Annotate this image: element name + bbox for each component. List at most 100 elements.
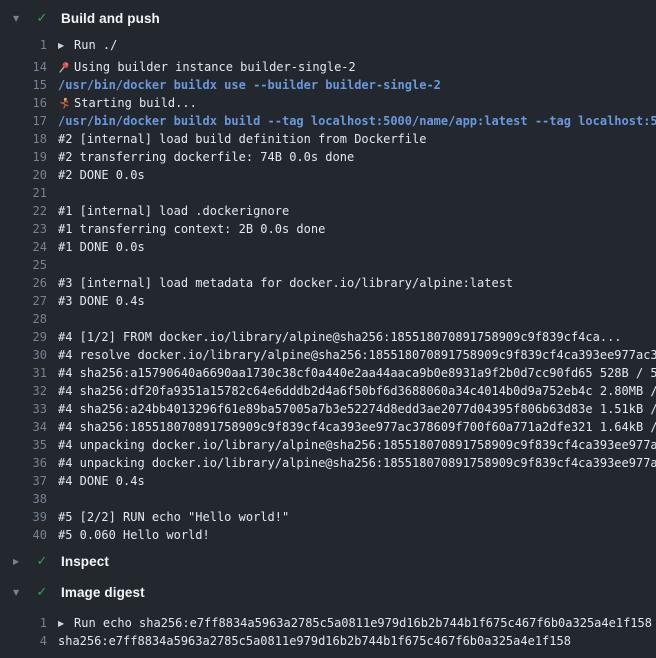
line-number[interactable]: 37 (0, 472, 58, 490)
log-line: 21 (0, 184, 656, 202)
toggle-chevron-icon[interactable]: ▼ (13, 588, 26, 597)
line-number[interactable]: 36 (0, 454, 58, 472)
log-section-inspect: ▶ ✓ Inspect (0, 544, 656, 578)
line-number[interactable]: 16 (0, 94, 58, 112)
line-text: #3 DONE 0.4s (58, 292, 656, 310)
line-number[interactable]: 31 (0, 364, 58, 382)
line-number[interactable]: 24 (0, 238, 58, 256)
line-number[interactable]: 32 (0, 382, 58, 400)
section-header[interactable]: ▼ ✓ Image digest (0, 578, 656, 606)
line-text: Run ./ (74, 36, 656, 54)
line-text: #3 [internal] load metadata for docker.i… (58, 274, 656, 292)
section-header[interactable]: ▶ ✓ Inspect (0, 544, 656, 578)
log-line: 1 ▶ Run echo sha256:e7ff8834a5963a2785c5… (0, 614, 656, 632)
log-line: 29 #4 [1/2] FROM docker.io/library/alpin… (0, 328, 656, 346)
line-text: #2 transferring dockerfile: 74B 0.0s don… (58, 148, 656, 166)
line-number[interactable]: 15 (0, 76, 58, 94)
log-line: 20 #2 DONE 0.0s (0, 166, 656, 184)
line-number[interactable]: 38 (0, 490, 58, 508)
line-text: #4 unpacking docker.io/library/alpine@sh… (58, 454, 656, 472)
success-check-icon: ✓ (35, 554, 49, 569)
log-line: 32 #4 sha256:df20fa9351a15782c64e6dddb2d… (0, 382, 656, 400)
section-title: Build and push (61, 11, 160, 26)
line-text: #1 transferring context: 2B 0.0s done (58, 220, 656, 238)
line-number[interactable]: 14 (0, 58, 58, 76)
line-text: Using builder instance builder-single-2 (74, 58, 656, 76)
line-number[interactable]: 39 (0, 508, 58, 526)
runner-icon (58, 94, 74, 112)
toggle-chevron-icon[interactable]: ▼ (13, 14, 26, 23)
line-number[interactable]: 28 (0, 310, 58, 328)
line-number[interactable]: 20 (0, 166, 58, 184)
line-text: /usr/bin/docker buildx build --tag local… (58, 112, 656, 130)
log-line: 4 sha256:e7ff8834a5963a2785c5a0811e979d1… (0, 632, 656, 650)
log-line: 24 #1 DONE 0.0s (0, 238, 656, 256)
line-text: sha256:e7ff8834a5963a2785c5a0811e979d16b… (58, 632, 656, 650)
log-line: 38 (0, 490, 656, 508)
log-line: 23 #1 transferring context: 2B 0.0s done (0, 220, 656, 238)
line-text: #2 [internal] load build definition from… (58, 130, 656, 148)
line-number[interactable]: 35 (0, 436, 58, 454)
line-number[interactable]: 17 (0, 112, 58, 130)
pushpin-icon (58, 58, 74, 76)
section-body: 1 ▶ Run echo sha256:e7ff8834a5963a2785c5… (0, 606, 656, 650)
log-line: 16 Starting build... (0, 94, 656, 112)
line-text: Run echo sha256:e7ff8834a5963a2785c5a081… (74, 614, 656, 632)
line-number[interactable]: 26 (0, 274, 58, 292)
line-number[interactable]: 29 (0, 328, 58, 346)
line-number[interactable]: 22 (0, 202, 58, 220)
log-line: 14 Using builder instance builder-single… (0, 58, 656, 76)
line-text: /usr/bin/docker buildx use --builder bui… (58, 76, 656, 94)
log-line: 22 #1 [internal] load .dockerignore (0, 202, 656, 220)
line-text: #5 0.060 Hello world! (58, 526, 656, 544)
toggle-chevron-icon[interactable]: ▶ (13, 557, 26, 566)
log-line: 35 #4 unpacking docker.io/library/alpine… (0, 436, 656, 454)
line-number[interactable]: 30 (0, 346, 58, 364)
line-text: #2 DONE 0.0s (58, 166, 656, 184)
line-number[interactable]: 19 (0, 148, 58, 166)
section-title: Inspect (61, 554, 109, 569)
line-text: #4 sha256:df20fa9351a15782c64e6dddb2d4a6… (58, 382, 656, 400)
log-line: 28 (0, 310, 656, 328)
line-number[interactable]: 25 (0, 256, 58, 274)
line-text: #4 resolve docker.io/library/alpine@sha2… (58, 346, 656, 364)
run-chevron-icon[interactable]: ▶ (58, 36, 74, 54)
section-title: Image digest (61, 585, 145, 600)
section-header[interactable]: ▼ ✓ Build and push (0, 0, 656, 36)
log-line: 26 #3 [internal] load metadata for docke… (0, 274, 656, 292)
log-line: 33 #4 sha256:a24bb4013296f61e89ba57005a7… (0, 400, 656, 418)
line-number[interactable]: 1 (0, 614, 58, 632)
line-text: #5 [2/2] RUN echo "Hello world!" (58, 508, 656, 526)
log-line: 25 (0, 256, 656, 274)
line-text: #4 DONE 0.4s (58, 472, 656, 490)
line-number[interactable]: 18 (0, 130, 58, 148)
log-section-image-digest: ▼ ✓ Image digest 1 ▶ Run echo sha256:e7f… (0, 578, 656, 650)
log-line: 1 ▶ Run ./ (0, 36, 656, 54)
line-text: #4 sha256:185518070891758909c9f839cf4ca3… (58, 418, 656, 436)
run-chevron-icon[interactable]: ▶ (58, 614, 74, 632)
line-text: #1 [internal] load .dockerignore (58, 202, 656, 220)
line-text: Starting build... (74, 94, 656, 112)
workflow-log: ▼ ✓ Build and push 1 ▶ Run ./ 14 Using b… (0, 0, 656, 650)
log-line: 15 /usr/bin/docker buildx use --builder … (0, 76, 656, 94)
line-number[interactable]: 34 (0, 418, 58, 436)
log-line: 18 #2 [internal] load build definition f… (0, 130, 656, 148)
log-line: 40 #5 0.060 Hello world! (0, 526, 656, 544)
log-line: 39 #5 [2/2] RUN echo "Hello world!" (0, 508, 656, 526)
line-text: #1 DONE 0.0s (58, 238, 656, 256)
line-number[interactable]: 21 (0, 184, 58, 202)
line-text: #4 sha256:a15790640a6690aa1730c38cf0a440… (58, 364, 656, 382)
log-line: 31 #4 sha256:a15790640a6690aa1730c38cf0a… (0, 364, 656, 382)
log-line: 19 #2 transferring dockerfile: 74B 0.0s … (0, 148, 656, 166)
log-line: 37 #4 DONE 0.4s (0, 472, 656, 490)
line-number[interactable]: 23 (0, 220, 58, 238)
line-number[interactable]: 1 (0, 36, 58, 54)
section-body: 1 ▶ Run ./ 14 Using builder instance bui… (0, 36, 656, 544)
log-line: 27 #3 DONE 0.4s (0, 292, 656, 310)
line-text: #4 [1/2] FROM docker.io/library/alpine@s… (58, 328, 656, 346)
line-number[interactable]: 33 (0, 400, 58, 418)
line-number[interactable]: 4 (0, 632, 58, 650)
line-number[interactable]: 40 (0, 526, 58, 544)
line-number[interactable]: 27 (0, 292, 58, 310)
success-check-icon: ✓ (35, 11, 49, 26)
